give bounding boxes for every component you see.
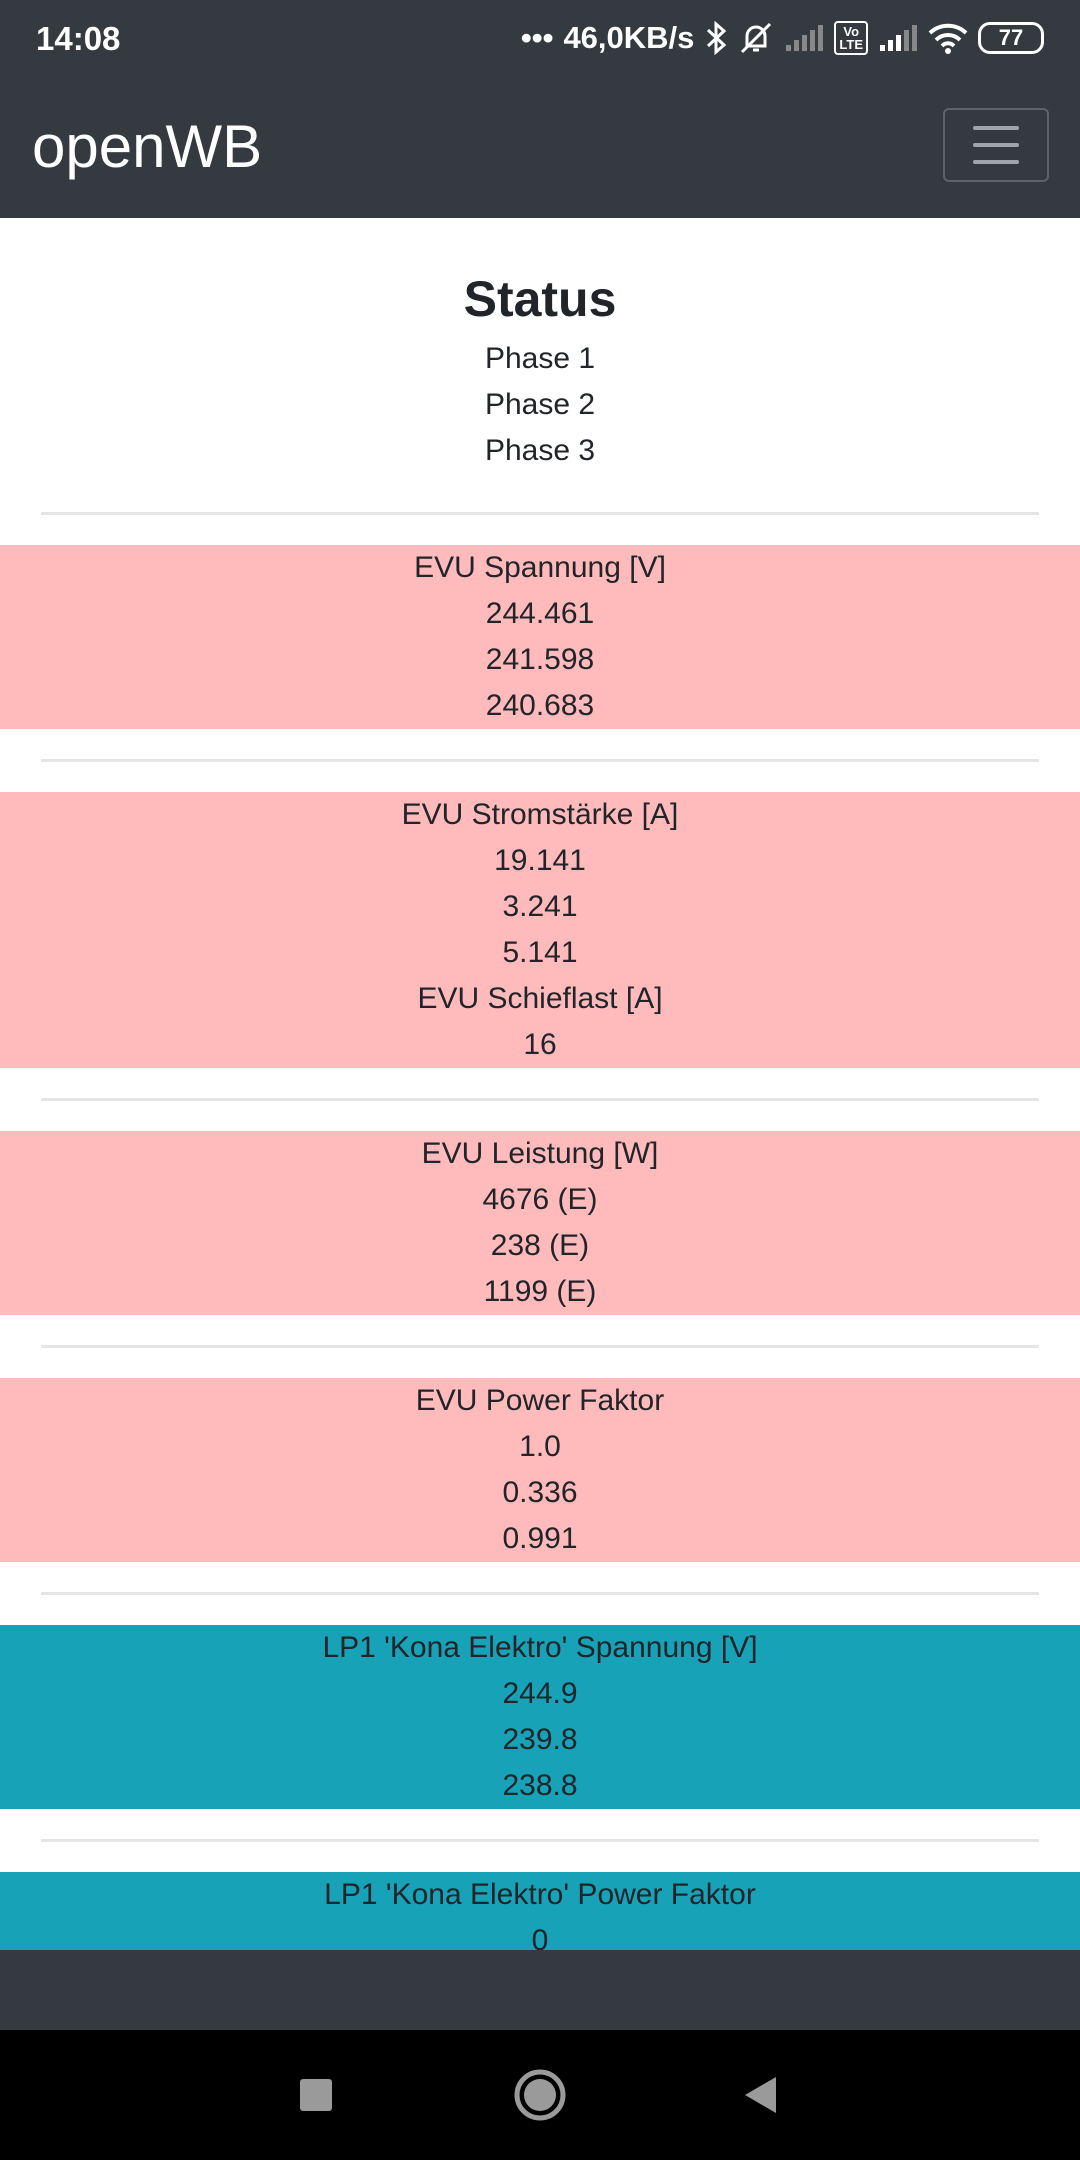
- wifi-icon: [928, 18, 968, 58]
- signal-icon: [878, 18, 918, 58]
- value: 244.9: [502, 1677, 578, 1710]
- home-circle-icon[interactable]: [480, 2030, 600, 2160]
- value: 0.336: [502, 1476, 578, 1509]
- signal-icon: [784, 18, 824, 58]
- section-label: EVU Schieflast [A]: [417, 982, 663, 1015]
- value: 0: [531, 1924, 549, 1950]
- section-label: EVU Spannung [V]: [414, 551, 666, 584]
- value: 238.8: [502, 1769, 578, 1802]
- value: 241.598: [485, 643, 595, 676]
- value: 1199 (E): [483, 1275, 597, 1308]
- evu-leistung-section: EVU Leistung [W] 4676 (E) 238 (E) 1199 (…: [0, 1131, 1080, 1315]
- page-title: Status: [463, 271, 617, 327]
- value: 19.141: [494, 844, 586, 877]
- section-label: EVU Stromstärke [A]: [401, 798, 679, 831]
- value: 0.991: [502, 1522, 578, 1555]
- value: 240.683: [485, 689, 595, 722]
- evu-strom-section: EVU Stromstärke [A] 19.141 3.241 5.141 E…: [0, 792, 1080, 1068]
- value: 3.241: [502, 890, 578, 923]
- value: 5.141: [502, 936, 578, 969]
- phase-label: Phase 2: [484, 388, 596, 421]
- evu-spannung-section: EVU Spannung [V] 244.461 241.598 240.683: [0, 545, 1080, 729]
- value: 244.461: [485, 597, 595, 630]
- value: 239.8: [502, 1723, 578, 1756]
- value: 16: [523, 1028, 557, 1061]
- recents-square-icon[interactable]: [256, 2030, 376, 2160]
- section-label: LP1 'Kona Elektro' Power Faktor: [324, 1878, 756, 1911]
- phase-label: Phase 1: [484, 342, 596, 375]
- phase-label: Phase 3: [484, 434, 596, 467]
- value: 1.0: [519, 1430, 561, 1463]
- back-triangle-icon[interactable]: [700, 2030, 820, 2160]
- android-navigation-bar: [0, 2030, 1080, 2160]
- bluetooth-icon: [704, 18, 728, 58]
- lp1-powerfaktor-section: LP1 'Kona Elektro' Power Faktor 0: [0, 1872, 1080, 1950]
- battery-icon: 77: [978, 18, 1044, 58]
- network-speed: 46,0KB/s: [563, 20, 695, 55]
- mute-alarm-icon: [738, 18, 774, 58]
- evu-powerfaktor-section: EVU Power Faktor 1.0 0.336 0.991: [0, 1378, 1080, 1562]
- clock: 14:08: [36, 20, 121, 57]
- section-label: LP1 'Kona Elektro' Spannung [V]: [322, 1631, 758, 1664]
- hamburger-menu-icon[interactable]: [943, 108, 1049, 182]
- more-notifications-dots: •••: [520, 20, 554, 55]
- brand-logo-text[interactable]: openWB: [32, 112, 262, 181]
- android-status-bar: 14:08 ••• 46,0KB/s Vo LTE 77: [0, 0, 1080, 78]
- volte-icon: Vo LTE: [834, 18, 868, 58]
- status-icons: ••• 46,0KB/s Vo LTE 77: [521, 18, 1044, 58]
- phase-headers: Phase 1 Phase 2 Phase 3: [0, 336, 1080, 474]
- value: 4676 (E): [482, 1183, 598, 1216]
- value: 238 (E): [490, 1229, 590, 1262]
- section-label: EVU Power Faktor: [415, 1384, 665, 1417]
- section-label: EVU Leistung [W]: [421, 1137, 659, 1170]
- page-footer-bar: [0, 1950, 1080, 2030]
- app-navbar: openWB: [0, 78, 1080, 218]
- status-content: Status Phase 1 Phase 2 Phase 3 EVU Spann…: [0, 218, 1080, 1950]
- lp1-spannung-section: LP1 'Kona Elektro' Spannung [V] 244.9 23…: [0, 1625, 1080, 1809]
